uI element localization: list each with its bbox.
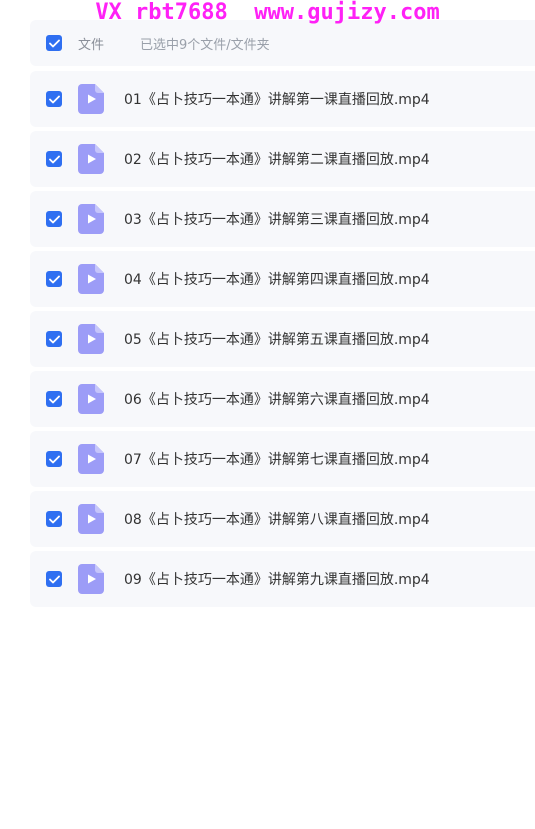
video-file-icon [78, 324, 104, 354]
file-name[interactable]: 06《占卜技巧一本通》讲解第六课直播回放.mp4 [124, 389, 430, 409]
video-file-icon [78, 264, 104, 294]
video-file-icon [78, 564, 104, 594]
check-icon [48, 155, 60, 163]
video-file-icon [78, 144, 104, 174]
file-name[interactable]: 08《占卜技巧一本通》讲解第八课直播回放.mp4 [124, 509, 430, 529]
file-checkbox[interactable] [46, 391, 62, 407]
video-file-icon [78, 504, 104, 534]
file-row[interactable]: 07《占卜技巧一本通》讲解第七课直播回放.mp4 [30, 431, 535, 487]
file-checkbox[interactable] [46, 571, 62, 587]
file-name[interactable]: 02《占卜技巧一本通》讲解第二课直播回放.mp4 [124, 149, 430, 169]
file-row[interactable]: 01《占卜技巧一本通》讲解第一课直播回放.mp4 [30, 71, 535, 127]
file-checkbox[interactable] [46, 451, 62, 467]
video-file-icon [78, 384, 104, 414]
file-checkbox[interactable] [46, 511, 62, 527]
file-row[interactable]: 06《占卜技巧一本通》讲解第六课直播回放.mp4 [30, 371, 535, 427]
check-icon [48, 275, 60, 283]
file-name[interactable]: 05《占卜技巧一本通》讲解第五课直播回放.mp4 [124, 329, 430, 349]
select-all-checkbox[interactable] [46, 35, 62, 51]
check-icon [48, 455, 60, 463]
check-icon [48, 335, 60, 343]
page: VX rbt7688 www.gujizy.com 文件 已选中9个文件/文件夹… [0, 0, 535, 829]
file-name[interactable]: 04《占卜技巧一本通》讲解第四课直播回放.mp4 [124, 269, 430, 289]
file-row[interactable]: 04《占卜技巧一本通》讲解第四课直播回放.mp4 [30, 251, 535, 307]
file-row[interactable]: 02《占卜技巧一本通》讲解第二课直播回放.mp4 [30, 131, 535, 187]
file-checkbox[interactable] [46, 91, 62, 107]
file-name[interactable]: 01《占卜技巧一本通》讲解第一课直播回放.mp4 [124, 89, 430, 109]
column-header-file: 文件 [78, 37, 105, 53]
file-name[interactable]: 07《占卜技巧一本通》讲解第七课直播回放.mp4 [124, 449, 430, 469]
file-checkbox[interactable] [46, 271, 62, 287]
file-checkbox[interactable] [46, 151, 62, 167]
file-row[interactable]: 03《占卜技巧一本通》讲解第三课直播回放.mp4 [30, 191, 535, 247]
file-checkbox[interactable] [46, 331, 62, 347]
check-icon [48, 395, 60, 403]
check-icon [48, 95, 60, 103]
check-icon [48, 39, 60, 47]
video-file-icon [78, 444, 104, 474]
check-icon [48, 515, 60, 523]
watermark-text: VX rbt7688 www.gujizy.com [95, 0, 440, 25]
check-icon [48, 215, 60, 223]
selection-status: 已选中9个文件/文件夹 [140, 37, 270, 53]
video-file-icon [78, 204, 104, 234]
check-icon [48, 575, 60, 583]
file-name[interactable]: 03《占卜技巧一本通》讲解第三课直播回放.mp4 [124, 209, 430, 229]
file-row[interactable]: 09《占卜技巧一本通》讲解第九课直播回放.mp4 [30, 551, 535, 607]
file-list: 文件 已选中9个文件/文件夹 01《占卜技巧一本通》讲解第一课直播回放.mp4 [30, 20, 535, 611]
file-name[interactable]: 09《占卜技巧一本通》讲解第九课直播回放.mp4 [124, 569, 430, 589]
video-file-icon [78, 84, 104, 114]
file-row[interactable]: 05《占卜技巧一本通》讲解第五课直播回放.mp4 [30, 311, 535, 367]
file-row[interactable]: 08《占卜技巧一本通》讲解第八课直播回放.mp4 [30, 491, 535, 547]
file-checkbox[interactable] [46, 211, 62, 227]
